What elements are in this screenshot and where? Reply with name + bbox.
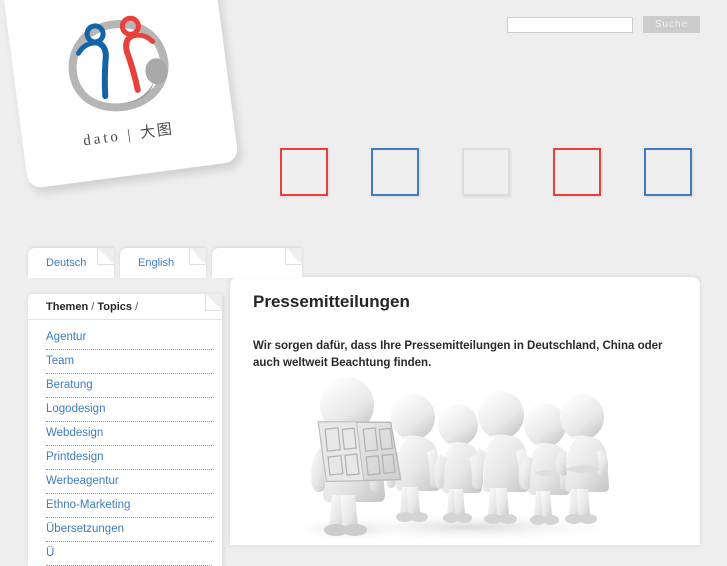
search-input[interactable] <box>507 16 633 33</box>
sidebar-header-sep-2: / <box>135 301 139 313</box>
search-area: Suche <box>507 16 700 33</box>
logo-card-inner: dato | 大图 <box>1 0 239 189</box>
list-item[interactable]: Übersetzungen <box>46 518 212 542</box>
sidebar-header: Themen / Topics / <box>28 294 222 320</box>
logo-card[interactable]: dato | 大图 <box>1 0 239 189</box>
image-placeholder-2[interactable] <box>371 148 419 196</box>
tab-empty[interactable] <box>212 248 302 278</box>
sidebar-item-beratung[interactable]: Beratung <box>46 379 93 391</box>
list-item[interactable]: Webdesign <box>46 422 212 446</box>
image-placeholder-3[interactable] <box>462 148 510 196</box>
dato-logo-icon <box>68 15 169 112</box>
image-placeholder-1[interactable] <box>280 148 328 196</box>
topics-sidebar: Themen / Topics / Agentur Team Beratung … <box>28 294 222 566</box>
tab-deutsch[interactable]: Deutsch <box>28 248 114 278</box>
list-item[interactable]: Ethno-Marketing <box>46 494 212 518</box>
list-item[interactable]: Beratung <box>46 374 212 398</box>
page-intro-text: Wir sorgen dafür, dass Ihre Pressemittei… <box>253 339 663 369</box>
logo-word-latin: dato <box>82 128 122 150</box>
image-placeholder-row <box>280 148 692 196</box>
sidebar-header-sub: Topics <box>97 301 133 313</box>
sidebar-item-partial[interactable]: Ü <box>46 547 54 559</box>
list-item[interactable]: Logodesign <box>46 398 212 422</box>
sidebar-item-werbeagentur[interactable]: Werbeagentur <box>46 475 119 487</box>
image-placeholder-4[interactable] <box>553 148 601 196</box>
list-item[interactable]: Agentur <box>46 326 212 350</box>
search-button[interactable]: Suche <box>643 16 700 33</box>
list-item[interactable]: Ü <box>46 542 212 566</box>
language-tab-strip: Deutsch English <box>28 248 302 278</box>
sidebar-item-agentur[interactable]: Agentur <box>46 331 86 343</box>
list-item[interactable]: Printdesign <box>46 446 212 470</box>
tab-english[interactable]: English <box>120 248 206 278</box>
sidebar-item-logodesign[interactable]: Logodesign <box>46 403 105 415</box>
list-item[interactable]: Werbeagentur <box>46 470 212 494</box>
hero-illustration <box>290 377 637 542</box>
sidebar-nav-list: Agentur Team Beratung Logodesign Webdesi… <box>28 320 222 566</box>
sidebar-item-uebersetzungen[interactable]: Übersetzungen <box>46 523 124 535</box>
image-placeholder-5[interactable] <box>644 148 692 196</box>
logo-word-cjk: 大图 <box>138 119 175 142</box>
sidebar-item-team[interactable]: Team <box>46 355 74 367</box>
sidebar-item-webdesign[interactable]: Webdesign <box>46 427 103 439</box>
content-panel: Pressemitteilungen Wir sorgen dafür, das… <box>230 277 700 545</box>
sidebar-header-sep-1: / <box>91 301 95 313</box>
sidebar-item-ethno-marketing[interactable]: Ethno-Marketing <box>46 499 130 511</box>
page-title: Pressemitteilungen <box>253 292 410 311</box>
list-item[interactable]: Team <box>46 350 212 374</box>
sidebar-item-printdesign[interactable]: Printdesign <box>46 451 104 463</box>
sidebar-header-main: Themen <box>46 301 89 313</box>
logo-word-divider: | <box>126 126 135 144</box>
